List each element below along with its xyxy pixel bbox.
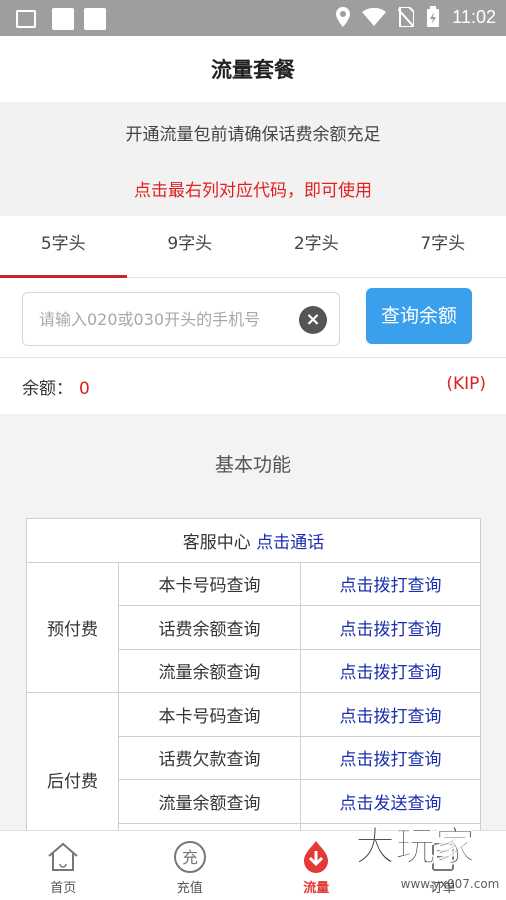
- notice-usage-hint: 点击最右列对应代码，即可使用: [134, 181, 372, 201]
- location-icon: [336, 7, 351, 27]
- bottom-nav: 首页 充 充值 流量 订单: [0, 830, 506, 900]
- clear-icon[interactable]: ×: [299, 306, 327, 334]
- prepaid-category: 预付费: [26, 561, 119, 693]
- function-action-link[interactable]: 点击拨打查询: [300, 648, 481, 693]
- nav-item-orders[interactable]: 订单: [380, 831, 506, 900]
- function-action-link[interactable]: 点击发送查询: [300, 779, 481, 824]
- tab-prefix-5[interactable]: 5字头: [0, 216, 127, 278]
- function-table: 客服中心 点击通话 预付费 本卡号码查询 点击拨打查询 话费余额查询 点击拨打查…: [26, 518, 481, 867]
- battery-charging-icon: [427, 6, 440, 27]
- balance-line: 余额： 0: [22, 374, 90, 399]
- order-icon: [431, 843, 454, 871]
- table-row: 预付费 本卡号码查询 点击拨打查询: [26, 561, 481, 693]
- wifi-icon: [362, 8, 387, 26]
- recharge-icon: 充: [173, 841, 206, 873]
- function-item: 话费余额查询: [118, 605, 301, 650]
- clock: 11:02: [452, 6, 496, 27]
- status-bar: 11:02: [0, 0, 506, 36]
- image-notification-icon: [16, 10, 36, 28]
- phone-search-row: × 查询余额: [0, 278, 506, 358]
- function-item: 流量余额查询: [118, 648, 301, 693]
- data-flow-icon: [304, 841, 329, 873]
- nav-item-data-flow[interactable]: 流量: [253, 831, 380, 900]
- phone-number-input[interactable]: [23, 293, 283, 345]
- nav-label-data-flow: 流量: [303, 881, 330, 896]
- function-item: 本卡号码查询: [118, 692, 301, 737]
- customer-service-cell: 客服中心 点击通话: [26, 518, 481, 563]
- function-item: 话费欠款查询: [118, 735, 301, 780]
- title-bar: 流量套餐: [0, 36, 506, 102]
- notification-square-icon: [52, 8, 74, 30]
- query-balance-button[interactable]: 查询余额: [366, 288, 472, 344]
- function-item: 流量余额查询: [118, 779, 301, 824]
- customer-service-label: 客服中心: [182, 532, 251, 553]
- table-row: 客服中心 点击通话: [26, 518, 481, 563]
- nav-item-recharge[interactable]: 充 充值: [127, 831, 254, 900]
- no-sim-icon: [398, 7, 415, 27]
- nav-item-home[interactable]: 首页: [0, 831, 127, 900]
- prefix-tabs: 5字头 9字头 2字头 7字头: [0, 216, 506, 278]
- function-action-link[interactable]: 点击拨打查询: [300, 735, 481, 780]
- tab-prefix-2[interactable]: 2字头: [253, 216, 380, 277]
- notice-balance-warning: 开通流量包前请确保话费余额充足: [125, 125, 381, 145]
- notification-square-icon: [84, 8, 106, 30]
- function-item: 本卡号码查询: [118, 561, 301, 606]
- nav-label-orders: 订单: [429, 881, 456, 896]
- function-action-link[interactable]: 点击拨打查询: [300, 561, 481, 606]
- balance-unit: (KIP): [446, 374, 486, 394]
- balance-row: 余额： 0 (KIP): [0, 358, 506, 414]
- nav-label-home: 首页: [50, 881, 77, 896]
- status-notifications: [16, 8, 106, 30]
- status-indicators: 11:02: [336, 6, 496, 28]
- recharge-icon-glyph: 充: [182, 848, 198, 867]
- section-title: 基本功能: [214, 454, 291, 476]
- notice-panel: 开通流量包前请确保话费余额充足 点击最右列对应代码，即可使用: [0, 102, 506, 216]
- balance-label: 余额：: [22, 379, 73, 399]
- function-action-link[interactable]: 点击拨打查询: [300, 692, 481, 737]
- page-title: 流量套餐: [211, 58, 295, 82]
- call-service-link[interactable]: 点击通话: [256, 533, 324, 553]
- nav-label-recharge: 充值: [176, 881, 203, 896]
- phone-search-box: ×: [22, 292, 340, 346]
- tab-prefix-7[interactable]: 7字头: [380, 216, 506, 277]
- function-action-link[interactable]: 点击拨打查询: [300, 605, 481, 650]
- home-icon: [48, 842, 78, 871]
- tab-prefix-9[interactable]: 9字头: [127, 216, 254, 277]
- balance-value: 0: [79, 379, 90, 399]
- table-row: 后付费 本卡号码查询 点击拨打查询: [26, 692, 481, 867]
